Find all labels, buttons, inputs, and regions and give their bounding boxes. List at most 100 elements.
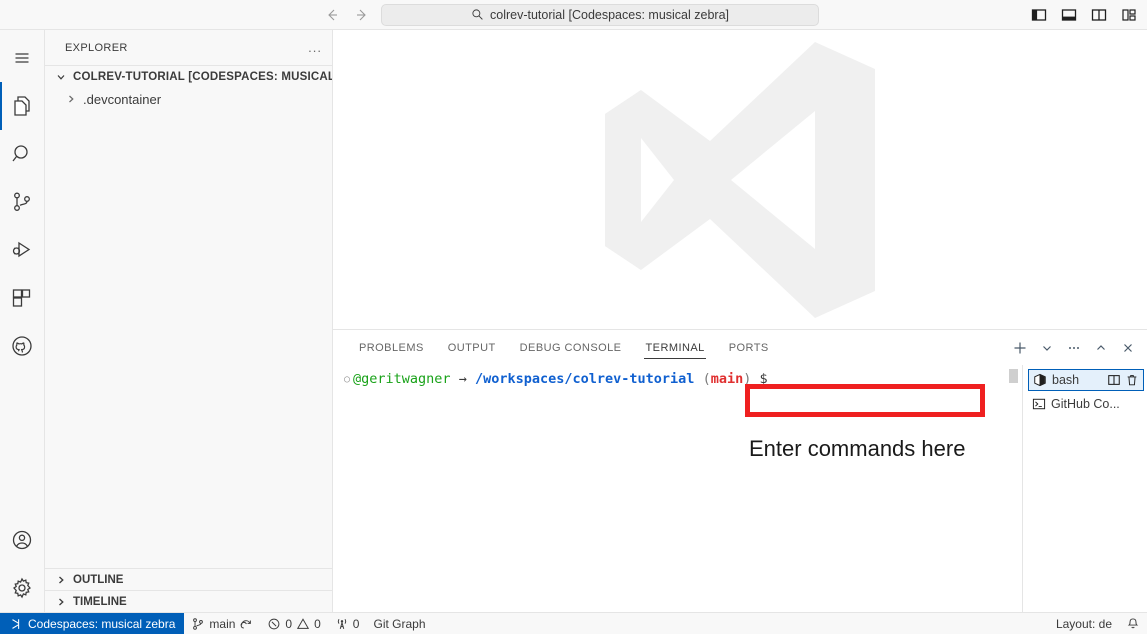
tab-label: PORTS xyxy=(728,341,769,354)
tab-label: DEBUG CONSOLE xyxy=(519,341,622,354)
command-center-text: colrev-tutorial [Codespaces: musical zeb… xyxy=(490,7,729,22)
tab-problems[interactable]: PROBLEMS xyxy=(347,330,436,365)
navigation-arrows xyxy=(322,5,372,25)
sidebar-item-explorer[interactable] xyxy=(0,82,45,130)
workbench: EXPLORER ... COLREV-TUTORIAL [CODESPACES… xyxy=(0,30,1147,612)
status-git-graph[interactable]: Git Graph xyxy=(366,613,432,634)
panel-tabs: PROBLEMS OUTPUT DEBUG CONSOLE TERMINAL P… xyxy=(347,330,781,365)
tab-debug-console[interactable]: DEBUG CONSOLE xyxy=(508,330,634,365)
terminal-paren-close: ) xyxy=(743,371,752,387)
chevron-right-icon xyxy=(53,596,69,608)
tree-root-folder[interactable]: COLREV-TUTORIAL [CODESPACES: MUSICAL ZEB… xyxy=(45,66,332,88)
terminal-tab-github-copilot[interactable]: GitHub Co... xyxy=(1028,393,1144,415)
activity-bar xyxy=(0,30,45,612)
collapse-panel-icon[interactable] xyxy=(1091,338,1111,358)
status-ports[interactable]: 0 xyxy=(328,613,367,634)
status-layout-label: Layout: de xyxy=(1055,616,1112,631)
vscode-window: colrev-tutorial [Codespaces: musical zeb… xyxy=(0,0,1147,634)
toggle-primary-sidebar-icon[interactable] xyxy=(1029,5,1049,25)
chevron-down-icon xyxy=(53,71,69,83)
tree-root-label: COLREV-TUTORIAL [CODESPACES: MUSICAL ZEB… xyxy=(73,71,332,83)
github-icon xyxy=(10,334,34,358)
layout-controls xyxy=(1029,5,1139,25)
sidebar-section-label: OUTLINE xyxy=(73,573,124,586)
chevron-right-icon xyxy=(53,574,69,586)
extensions-icon xyxy=(10,286,34,310)
bell-icon xyxy=(1126,617,1140,631)
status-git-graph-label: Git Graph xyxy=(373,616,426,631)
explorer-header: EXPLORER ... xyxy=(45,30,332,65)
search-icon xyxy=(10,142,34,166)
terminal-view[interactable]: ○ @geritwagner → /workspaces/colrev-tuto… xyxy=(333,365,1022,612)
terminal-cube-icon xyxy=(1033,373,1047,387)
tree-item-devcontainer[interactable]: .devcontainer xyxy=(45,88,332,110)
toggle-secondary-sidebar-icon[interactable] xyxy=(1089,5,1109,25)
sidebar-section-timeline[interactable]: TIMELINE xyxy=(45,590,332,612)
customize-layout-icon[interactable] xyxy=(1119,5,1139,25)
status-warning-count: 0 xyxy=(314,616,321,631)
source-control-icon xyxy=(191,617,205,631)
editor-and-panel: PROBLEMS OUTPUT DEBUG CONSOLE TERMINAL P… xyxy=(333,30,1147,612)
terminal-tab-actions xyxy=(1107,373,1139,387)
close-panel-icon[interactable] xyxy=(1118,338,1138,358)
terminal-tab-label: GitHub Co... xyxy=(1051,397,1120,411)
toggle-panel-icon[interactable] xyxy=(1059,5,1079,25)
sidebar-item-source-control[interactable] xyxy=(0,178,45,226)
sidebar-item-search[interactable] xyxy=(0,130,45,178)
kill-terminal-icon[interactable] xyxy=(1125,373,1139,387)
sidebar-item-extensions[interactable] xyxy=(0,274,45,322)
vscode-logo-watermark xyxy=(570,30,910,329)
status-remote-label: Codespaces: musical zebra xyxy=(28,616,176,631)
more-actions-icon[interactable] xyxy=(1064,338,1084,358)
source-control-icon xyxy=(10,190,34,214)
terminal-branch: main xyxy=(710,371,744,387)
terminal-prompt-icon xyxy=(1032,397,1046,411)
sidebar-item-run-and-debug[interactable] xyxy=(0,226,45,274)
sidebar-item-github[interactable] xyxy=(0,322,45,370)
status-notifications[interactable] xyxy=(1119,613,1147,634)
menu-icon[interactable] xyxy=(0,34,45,82)
title-bar: colrev-tutorial [Codespaces: musical zeb… xyxy=(0,0,1147,30)
back-arrow-icon[interactable] xyxy=(322,5,342,25)
tab-label: OUTPUT xyxy=(447,341,496,354)
tab-terminal[interactable]: TERMINAL xyxy=(633,330,716,365)
tab-ports[interactable]: PORTS xyxy=(717,330,781,365)
status-branch-label: main xyxy=(209,616,236,631)
command-center[interactable]: colrev-tutorial [Codespaces: musical zeb… xyxy=(381,3,819,26)
status-remote-indicator[interactable]: Codespaces: musical zebra xyxy=(0,613,185,634)
command-decoration-icon[interactable]: ○ xyxy=(341,374,353,385)
new-terminal-icon[interactable] xyxy=(1010,338,1030,358)
status-bar-spacer xyxy=(433,613,1049,634)
explorer-icon xyxy=(10,94,34,118)
status-problems[interactable]: 0 0 xyxy=(260,613,327,634)
terminal-arrow-icon: → xyxy=(458,371,467,387)
panel-body: ○ @geritwagner → /workspaces/colrev-tuto… xyxy=(333,365,1147,612)
panel-header: PROBLEMS OUTPUT DEBUG CONSOLE TERMINAL P… xyxy=(333,330,1147,365)
bottom-panel: PROBLEMS OUTPUT DEBUG CONSOLE TERMINAL P… xyxy=(333,329,1147,612)
terminal-tab-bash[interactable]: bash xyxy=(1028,369,1144,391)
warning-icon xyxy=(296,617,310,631)
terminal-tab-label: bash xyxy=(1052,373,1080,387)
accounts-icon[interactable] xyxy=(0,516,45,564)
tab-output[interactable]: OUTPUT xyxy=(436,330,508,365)
settings-gear-icon[interactable] xyxy=(0,564,45,612)
tab-label: TERMINAL xyxy=(645,341,705,354)
more-actions-icon[interactable]: ... xyxy=(308,40,322,55)
sync-icon[interactable] xyxy=(239,617,253,631)
forward-arrow-icon[interactable] xyxy=(352,5,372,25)
error-icon xyxy=(267,617,281,631)
terminal-user: @geritwagner xyxy=(353,371,451,387)
terminal-scrollbar[interactable] xyxy=(1009,369,1018,383)
sidebar-section-outline[interactable]: OUTLINE xyxy=(45,568,332,590)
status-branch[interactable]: main xyxy=(184,613,260,634)
primary-sidebar: EXPLORER ... COLREV-TUTORIAL [CODESPACES… xyxy=(45,30,333,612)
status-layout[interactable]: Layout: de xyxy=(1049,613,1119,634)
chevron-down-icon[interactable] xyxy=(1037,338,1057,358)
run-and-debug-icon xyxy=(10,238,34,262)
panel-actions xyxy=(1010,330,1147,365)
editor-area xyxy=(333,30,1147,329)
tab-label: PROBLEMS xyxy=(359,341,424,354)
terminal-dollar-sign: $ xyxy=(759,371,768,387)
split-terminal-icon[interactable] xyxy=(1107,373,1121,387)
